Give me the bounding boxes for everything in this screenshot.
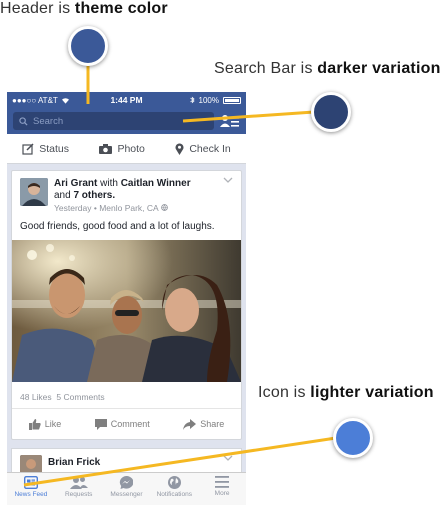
phone-screen: ●●●○○ AT&T 1:44 PM 100% Search Status Ph… bbox=[7, 92, 246, 505]
search-input[interactable]: Search bbox=[13, 112, 214, 130]
composer-bar: Status Photo Check In bbox=[7, 134, 246, 164]
tab-messenger[interactable]: Messenger bbox=[104, 476, 149, 498]
comments-count[interactable]: 5 Comments bbox=[56, 392, 104, 402]
like-button[interactable]: Like bbox=[28, 418, 61, 430]
photo-button[interactable]: Photo bbox=[99, 143, 145, 155]
post-timestamp: Yesterday • Menlo Park, CA bbox=[54, 203, 159, 213]
camera-icon bbox=[99, 143, 113, 154]
check-in-button[interactable]: Check In bbox=[175, 142, 231, 155]
news-feed: Ari Grant with Caitlan Winner and 7 othe… bbox=[7, 164, 246, 488]
likes-count[interactable]: 48 Likes bbox=[20, 392, 52, 402]
post-stats: 48 Likes 5 Comments bbox=[12, 382, 241, 409]
search-placeholder: Search bbox=[33, 115, 64, 127]
darker-color-swatch bbox=[311, 92, 351, 132]
annotation-icon: Icon is lighter variation bbox=[258, 384, 434, 401]
tab-notifications[interactable]: Notifications bbox=[152, 476, 197, 498]
others-link[interactable]: 7 others. bbox=[73, 190, 115, 201]
annotation-header: Header is theme color bbox=[0, 0, 168, 17]
post-meta: Ari Grant with Caitlan Winner and 7 othe… bbox=[54, 178, 191, 213]
tagged-name[interactable]: Caitlan Winner bbox=[121, 178, 191, 189]
menu-icon bbox=[215, 476, 230, 488]
tab-requests[interactable]: Requests bbox=[56, 476, 101, 498]
post-text: Good friends, good food and a lot of lau… bbox=[20, 221, 215, 232]
chevron-down-icon[interactable] bbox=[223, 455, 233, 461]
share-button[interactable]: Share bbox=[183, 418, 224, 430]
comment-button[interactable]: Comment bbox=[94, 418, 150, 430]
post-card: Ari Grant with Caitlan Winner and 7 othe… bbox=[11, 170, 242, 440]
globe-icon bbox=[167, 476, 181, 489]
post-actions: Like Comment Share bbox=[12, 409, 241, 439]
edit-icon bbox=[22, 142, 34, 155]
chevron-down-icon[interactable] bbox=[223, 177, 233, 183]
lighter-color-swatch bbox=[333, 418, 373, 458]
status-button[interactable]: Status bbox=[22, 143, 69, 155]
friends-privacy-icon bbox=[160, 204, 168, 211]
avatar[interactable] bbox=[20, 178, 48, 206]
messenger-icon bbox=[120, 476, 134, 489]
clock: 1:44 PM bbox=[110, 95, 143, 105]
friends-list-icon[interactable] bbox=[220, 114, 240, 128]
annotation-search-bar: Search Bar is darker variation bbox=[214, 60, 441, 77]
tab-bar: News Feed Requests Messenger Notificatio… bbox=[7, 472, 246, 505]
comment-icon bbox=[94, 418, 107, 430]
post-photo[interactable] bbox=[12, 240, 241, 382]
author-name[interactable]: Ari Grant bbox=[54, 178, 97, 189]
tab-news-feed[interactable]: News Feed bbox=[8, 476, 53, 498]
search-bar: Search bbox=[7, 108, 246, 134]
battery-icon bbox=[223, 96, 241, 104]
post-header: Ari Grant with Caitlan Winner and 7 othe… bbox=[12, 171, 241, 217]
location-pin-icon bbox=[175, 142, 184, 155]
requests-icon bbox=[69, 477, 88, 489]
theme-color-swatch bbox=[68, 26, 108, 66]
status-bar: ●●●○○ AT&T 1:44 PM 100% bbox=[7, 92, 246, 108]
news-feed-icon bbox=[23, 476, 38, 489]
share-icon bbox=[183, 418, 197, 430]
tab-more[interactable]: More bbox=[200, 476, 245, 497]
search-icon bbox=[19, 116, 28, 126]
thumbs-up-icon bbox=[28, 418, 41, 430]
